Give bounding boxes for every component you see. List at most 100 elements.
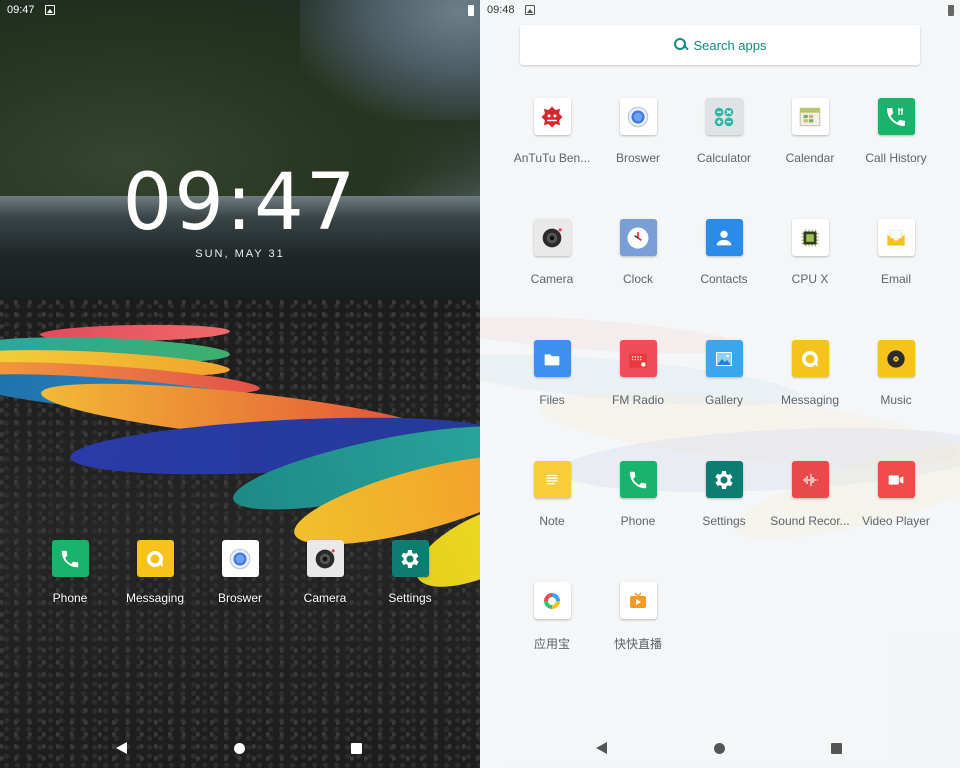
app-label: Gallery xyxy=(704,393,743,407)
app-phone[interactable]: Phone xyxy=(590,461,686,528)
search-icon xyxy=(673,38,688,52)
recents-icon[interactable] xyxy=(351,743,362,754)
home-icon[interactable] xyxy=(234,743,245,754)
dock-messaging[interactable]: Messaging xyxy=(113,540,197,605)
browser-icon xyxy=(619,98,657,135)
app-label: Phone xyxy=(620,514,656,528)
app-video-player[interactable]: Video Player xyxy=(848,461,944,528)
phone-icon xyxy=(51,540,89,577)
battery-icon xyxy=(948,5,954,16)
app-label: Files xyxy=(539,393,565,407)
email-icon xyxy=(877,219,915,256)
app-drawer: 09:48 Search apps AnTuTu Ben... Broswer … xyxy=(480,0,960,768)
messaging-icon xyxy=(136,540,174,577)
sound-recorder-icon xyxy=(791,461,829,498)
app-calendar[interactable]: Calendar xyxy=(762,98,858,165)
app-kuaikuai-live[interactable]: 快快直播 xyxy=(590,582,686,652)
music-icon xyxy=(877,340,915,377)
calculator-icon xyxy=(705,98,743,135)
back-icon[interactable] xyxy=(116,742,127,754)
app-settings[interactable]: Settings xyxy=(676,461,772,528)
app-antutu[interactable]: AnTuTu Ben... xyxy=(504,98,600,165)
app-sound-recorder[interactable]: Sound Recor... xyxy=(762,461,858,528)
calendar-icon xyxy=(791,98,829,135)
clock-icon xyxy=(619,219,657,256)
call-history-icon xyxy=(877,98,915,135)
app-label: Calculator xyxy=(696,151,752,165)
antutu-icon xyxy=(533,98,571,135)
app-label: Calendar xyxy=(785,151,835,165)
cpu-icon xyxy=(791,219,829,256)
status-bar: 09:47 xyxy=(0,0,480,22)
dock: Phone Messaging Broswer Camera Settings xyxy=(28,540,452,610)
search-apps-bar[interactable]: Search apps xyxy=(520,25,920,65)
contacts-icon xyxy=(705,219,743,256)
navigation-bar xyxy=(0,730,480,768)
app-label: Clock xyxy=(622,272,653,286)
recents-icon[interactable] xyxy=(831,743,842,754)
battery-icon xyxy=(468,5,474,16)
app-label: AnTuTu Ben... xyxy=(513,151,591,165)
status-time: 09:47 xyxy=(7,4,35,16)
app-label: Messaging xyxy=(780,393,840,407)
files-icon xyxy=(533,340,571,377)
dock-label: Settings xyxy=(388,591,432,605)
app-label: CPU X xyxy=(791,272,829,286)
app-music[interactable]: Music xyxy=(848,340,944,407)
app-yingyongbao[interactable]: 应用宝 xyxy=(504,582,600,652)
app-label: FM Radio xyxy=(611,393,664,407)
app-fm-radio[interactable]: FM Radio xyxy=(590,340,686,407)
app-label: Settings xyxy=(702,514,746,528)
gallery-icon xyxy=(705,340,743,377)
dock-camera[interactable]: Camera xyxy=(283,540,367,605)
dock-browser[interactable]: Broswer xyxy=(198,540,282,605)
app-label: Email xyxy=(880,272,911,286)
dock-label: Camera xyxy=(303,591,347,605)
lock-date: SUN, MAY 31 xyxy=(195,248,285,260)
dock-settings[interactable]: Settings xyxy=(368,540,452,605)
radio-icon xyxy=(619,340,657,377)
lock-clock: 09:47 xyxy=(122,158,358,248)
app-contacts[interactable]: Contacts xyxy=(676,219,772,286)
live-stream-icon xyxy=(619,582,657,619)
app-store-icon xyxy=(533,582,571,619)
app-label: Sound Recor... xyxy=(770,514,850,528)
browser-icon xyxy=(221,540,259,577)
app-call-history[interactable]: Call History xyxy=(848,98,944,165)
app-camera[interactable]: Camera xyxy=(504,219,600,286)
app-label: Broswer xyxy=(615,151,660,165)
app-files[interactable]: Files xyxy=(504,340,600,407)
image-notification-icon xyxy=(45,5,55,15)
image-notification-icon xyxy=(525,5,535,15)
phone-icon xyxy=(619,461,657,498)
search-apps-placeholder: Search apps xyxy=(693,37,767,53)
app-note[interactable]: Note xyxy=(504,461,600,528)
status-bar: 09:48 xyxy=(480,0,960,22)
app-gallery[interactable]: Gallery xyxy=(676,340,772,407)
app-clock[interactable]: Clock xyxy=(590,219,686,286)
messaging-icon xyxy=(791,340,829,377)
dock-label: Messaging xyxy=(125,591,185,605)
note-icon xyxy=(533,461,571,498)
app-email[interactable]: Email xyxy=(848,219,944,286)
app-cpu-x[interactable]: CPU X xyxy=(762,219,858,286)
back-icon[interactable] xyxy=(596,742,607,754)
app-label: 快快直播 xyxy=(613,637,662,651)
app-label: Video Player xyxy=(862,514,930,528)
video-icon xyxy=(877,461,915,498)
app-label: 应用宝 xyxy=(533,637,570,651)
app-label: Note xyxy=(539,514,565,528)
navigation-bar xyxy=(480,730,960,768)
app-label: Camera xyxy=(530,272,574,286)
settings-icon xyxy=(705,461,743,498)
app-label: Call History xyxy=(865,151,927,165)
dock-phone[interactable]: Phone xyxy=(28,540,112,605)
camera-icon xyxy=(533,219,571,256)
status-time: 09:48 xyxy=(487,4,515,16)
app-messaging[interactable]: Messaging xyxy=(762,340,858,407)
app-browser[interactable]: Broswer xyxy=(590,98,686,165)
home-screen: 09:47 09:47 SUN, MAY 31 Phone Messaging … xyxy=(0,0,480,768)
settings-icon xyxy=(391,540,429,577)
app-calculator[interactable]: Calculator xyxy=(676,98,772,165)
home-icon[interactable] xyxy=(714,743,725,754)
